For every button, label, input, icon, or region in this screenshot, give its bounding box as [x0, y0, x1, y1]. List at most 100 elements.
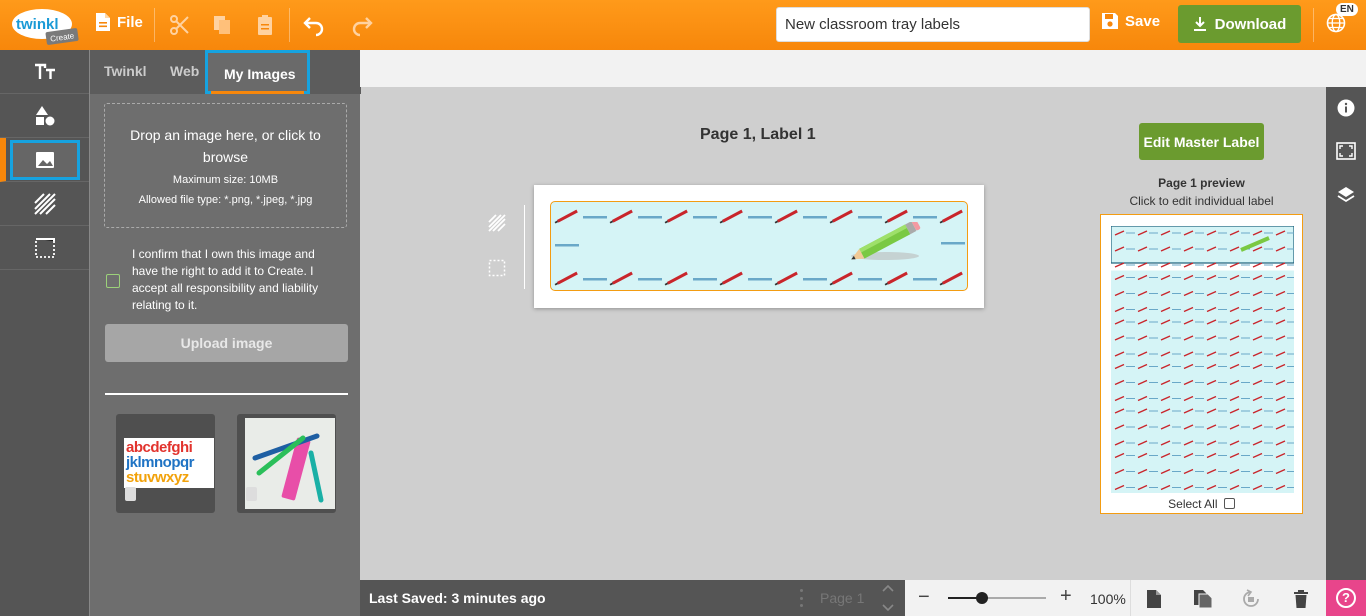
preview-label: [1111, 226, 1294, 264]
tool-rail: [0, 50, 89, 616]
rail-shapes-tool[interactable]: [0, 94, 89, 138]
pencil-pattern-mark: [554, 209, 578, 224]
border-button[interactable]: [488, 259, 506, 277]
page-preview[interactable]: Select All: [1100, 214, 1303, 514]
stamp-pattern-mark: [748, 216, 772, 219]
border-icon: [488, 259, 506, 277]
background-pattern-button[interactable]: [488, 214, 506, 232]
active-tab-indicator: [211, 91, 304, 94]
stamp-pattern-mark: [858, 278, 882, 281]
globe-icon: [1326, 13, 1346, 33]
preview-pencil-mark: [1114, 262, 1125, 268]
stamp-pattern-mark: [693, 216, 717, 219]
help-icon: ?: [1336, 588, 1356, 608]
document-title-input[interactable]: [776, 7, 1090, 42]
selection-highlight: [9, 139, 80, 180]
pencil-pattern-mark: [939, 271, 963, 286]
select-all-checkbox[interactable]: [1223, 498, 1235, 509]
copy-icon[interactable]: [210, 13, 234, 37]
download-button[interactable]: Download: [1178, 5, 1301, 43]
rail-border-tool[interactable]: [0, 226, 89, 270]
save-label: Save: [1125, 12, 1161, 30]
language-button[interactable]: EN: [1326, 3, 1358, 33]
rail-background-tool[interactable]: [0, 182, 89, 226]
paste-icon[interactable]: [253, 13, 277, 37]
image-dropzone[interactable]: Drop an image here, or click to browse M…: [104, 103, 347, 228]
add-page-icon[interactable]: [1146, 589, 1162, 609]
alphabet-line: jklmnopqr: [126, 454, 195, 471]
tab-web[interactable]: Web: [170, 63, 199, 79]
ownership-checkbox[interactable]: [106, 274, 120, 288]
stamp-pattern-mark: [803, 216, 827, 219]
info-icon[interactable]: [1337, 99, 1355, 117]
pencil-image[interactable]: [845, 222, 925, 262]
pencil-pattern-mark: [939, 209, 963, 224]
twinkl-create-logo[interactable]: twinkl Create: [10, 6, 80, 46]
pencil-pattern-mark: [664, 271, 688, 286]
rail-text-tool[interactable]: [0, 50, 89, 94]
pencil-pattern-mark: [884, 271, 908, 286]
rotate-page-icon[interactable]: [1241, 589, 1261, 609]
cut-icon[interactable]: [168, 13, 192, 37]
save-button[interactable]: Save: [1101, 12, 1160, 30]
zoom-percent[interactable]: 100%: [1090, 591, 1126, 607]
pattern-icon: [488, 214, 506, 232]
page-select[interactable]: Page 1: [820, 590, 864, 606]
stamp-pattern-mark: [913, 216, 937, 219]
edit-master-label-text: Edit Master Label: [1143, 133, 1260, 150]
shapes-icon: [35, 105, 54, 125]
pens-image: [245, 418, 335, 509]
pencil-pattern-mark: [719, 209, 743, 224]
image-thumbnail-pens[interactable]: [237, 414, 336, 513]
allowed-types-text: Allowed file type: *.png, *.jpeg, *.jpg: [138, 194, 313, 206]
border-icon: [34, 237, 55, 258]
upload-image-button[interactable]: Upload image: [105, 324, 348, 362]
file-icon: [96, 13, 110, 31]
language-badge: EN: [1336, 3, 1358, 16]
delete-icon[interactable]: [125, 487, 136, 501]
select-all[interactable]: Select All: [1101, 497, 1302, 511]
preview-labels[interactable]: [1111, 226, 1294, 493]
stamp-pattern-mark: [941, 242, 965, 245]
pencil-pattern-mark: [609, 271, 633, 286]
tab-twinkl[interactable]: Twinkl: [104, 63, 147, 79]
zoom-in-button[interactable]: +: [1060, 585, 1072, 608]
fit-screen-icon[interactable]: [1336, 142, 1356, 160]
stamp-pattern-mark: [693, 278, 717, 281]
tab-my-images[interactable]: My Images: [205, 50, 310, 94]
download-icon: [1193, 17, 1206, 31]
zoom-slider-thumb[interactable]: [976, 592, 989, 604]
layers-icon[interactable]: [1336, 185, 1356, 205]
page-label-title: Page 1, Label 1: [700, 126, 816, 143]
preview-pencil-mark: [1275, 262, 1286, 268]
rail-images-tool[interactable]: [0, 138, 89, 182]
toolbar-divider: [154, 8, 155, 42]
stamp-pattern-mark: [638, 278, 662, 281]
chevron-up-down-icon: [882, 584, 894, 612]
edit-master-label-button[interactable]: Edit Master Label: [1139, 123, 1264, 160]
delete-icon[interactable]: [246, 487, 257, 501]
pencil-pattern-mark: [829, 271, 853, 286]
images-panel: Twinkl Web My Images Drop an image here,…: [89, 50, 361, 616]
duplicate-page-icon[interactable]: [1193, 589, 1213, 609]
undo-icon[interactable]: [302, 13, 326, 37]
zoom-out-button[interactable]: −: [918, 586, 930, 609]
alphabet-line: abcdefghi: [126, 439, 193, 456]
file-menu-button[interactable]: File: [95, 12, 143, 32]
stamp-pattern-mark: [583, 278, 607, 281]
page-stepper[interactable]: [882, 583, 894, 613]
redo-icon[interactable]: [350, 13, 374, 37]
pencil-pattern-mark: [609, 209, 633, 224]
stamp-pattern-mark: [748, 278, 772, 281]
preview-pencil-mark: [1206, 262, 1217, 268]
label-canvas[interactable]: [550, 201, 968, 291]
tab-my-images-label: My Images: [224, 66, 296, 82]
page-menu-icon[interactable]: [798, 589, 804, 607]
zoom-slider[interactable]: [948, 592, 1046, 604]
preview-pencil-mark: [1137, 262, 1148, 268]
toolbar-divider: [1313, 8, 1314, 42]
image-thumbnail-alphabet[interactable]: abcdefghi jklmnopqr stuvwxyz: [116, 414, 215, 513]
delete-page-icon[interactable]: [1293, 589, 1309, 609]
stamp-pattern-mark: [555, 244, 579, 247]
help-button[interactable]: ?: [1326, 580, 1366, 616]
